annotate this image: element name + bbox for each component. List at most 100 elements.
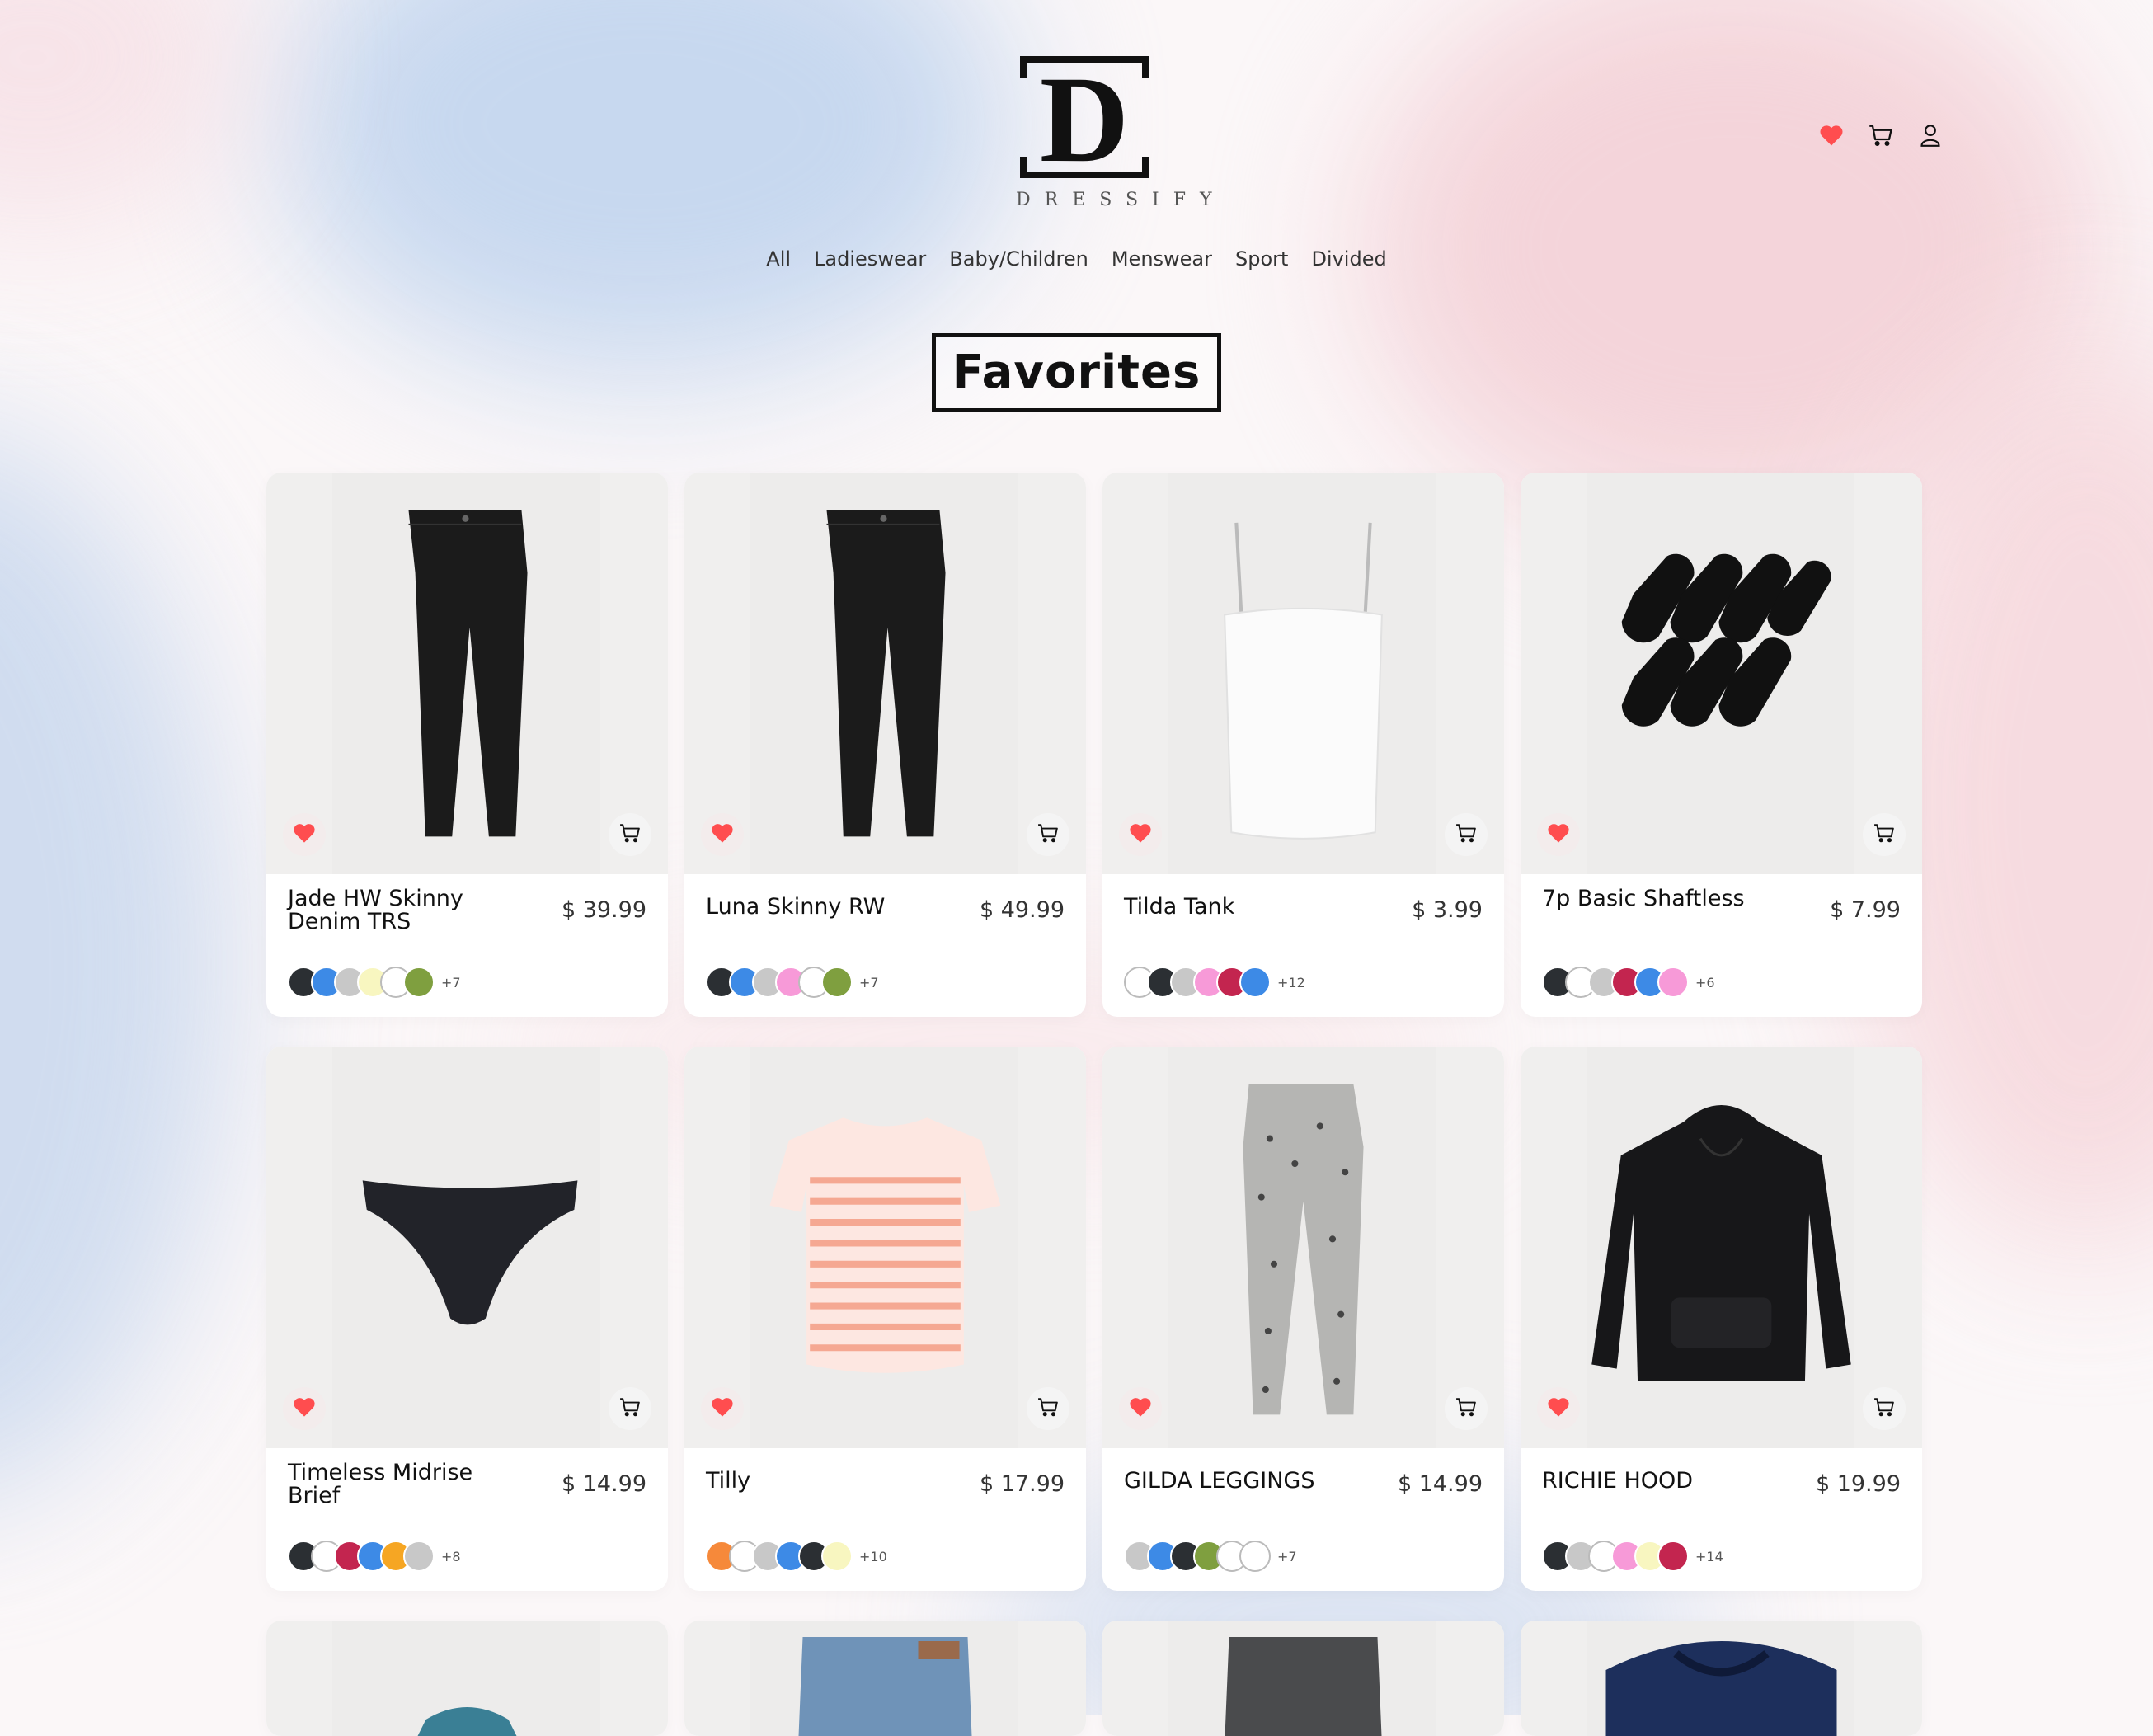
add-to-cart-button[interactable] — [1863, 1387, 1906, 1430]
heart-icon[interactable] — [1818, 122, 1845, 148]
favorite-button[interactable] — [283, 1387, 326, 1430]
product-name[interactable]: Luna Skinny RW — [706, 887, 937, 919]
product-image[interactable] — [1102, 1047, 1504, 1448]
more-colors-count[interactable]: +12 — [1277, 975, 1305, 990]
product-image[interactable] — [266, 1047, 668, 1448]
product-card[interactable]: Tilly $ 17.99 +10 — [684, 1047, 1086, 1591]
product-image[interactable] — [684, 1047, 1086, 1448]
product-card[interactable] — [266, 1621, 668, 1736]
product-image[interactable] — [266, 1621, 668, 1736]
color-swatch[interactable] — [403, 1541, 435, 1572]
more-colors-count[interactable]: +6 — [1695, 975, 1715, 990]
socks-icon — [1621, 553, 1831, 727]
product-name[interactable]: Tilly — [706, 1461, 937, 1493]
hoodie-icon — [1591, 1105, 1851, 1381]
product-grid: Jade HW Skinny Denim TRS $ 39.99 +7 Luna… — [266, 473, 1922, 1736]
add-to-cart-button[interactable] — [1027, 813, 1069, 856]
heart-icon — [711, 822, 734, 847]
page-title: Favorites — [931, 333, 1222, 412]
product-card[interactable]: GILDA LEGGINGS $ 14.99 +7 — [1102, 1047, 1504, 1591]
color-swatch[interactable] — [403, 967, 435, 998]
color-swatches: +12 — [1124, 967, 1305, 998]
favorite-button[interactable] — [701, 813, 744, 856]
product-price: $ 14.99 — [561, 1471, 646, 1497]
product-name[interactable]: Timeless Midrise Brief — [288, 1461, 519, 1508]
product-card[interactable]: Timeless Midrise Brief $ 14.99 +8 — [266, 1047, 668, 1591]
more-colors-count[interactable]: +7 — [1277, 1549, 1297, 1564]
brand-logo[interactable]: D DRESSIFY — [1002, 56, 1226, 210]
nav-baby-children[interactable]: Baby/Children — [949, 247, 1088, 271]
product-name[interactable]: Jade HW Skinny Denim TRS — [288, 887, 519, 934]
nav-divided[interactable]: Divided — [1311, 247, 1386, 271]
heart-icon — [1547, 1396, 1570, 1421]
favorite-button[interactable] — [1537, 813, 1580, 856]
color-swatch[interactable] — [821, 1541, 853, 1572]
product-price: $ 19.99 — [1815, 1471, 1901, 1497]
product-image[interactable] — [1102, 1621, 1504, 1736]
more-colors-count[interactable]: +7 — [859, 975, 879, 990]
sweater-icon — [1605, 1641, 1837, 1736]
more-colors-count[interactable]: +14 — [1695, 1549, 1723, 1564]
cart-icon[interactable] — [1868, 122, 1894, 148]
color-swatch[interactable] — [1239, 1541, 1271, 1572]
add-to-cart-button[interactable] — [1445, 813, 1488, 856]
add-to-cart-button[interactable] — [1445, 1387, 1488, 1430]
product-card[interactable]: 7p Basic Shaftless $ 7.99 +6 — [1521, 473, 1922, 1017]
color-swatch[interactable] — [1239, 967, 1271, 998]
favorite-button[interactable] — [701, 1387, 744, 1430]
cart-icon — [1455, 823, 1477, 846]
product-name[interactable]: Tilda Tank — [1124, 887, 1355, 919]
product-image[interactable] — [1521, 473, 1922, 874]
product-price: $ 14.99 — [1397, 1471, 1483, 1497]
product-card[interactable]: RICHIE HOOD $ 19.99 +14 — [1521, 1047, 1922, 1591]
more-colors-count[interactable]: +10 — [859, 1549, 887, 1564]
top-icon — [417, 1707, 517, 1736]
tee-icon — [769, 1117, 1001, 1373]
color-swatches: +6 — [1542, 967, 1715, 998]
product-name[interactable]: 7p Basic Shaftless — [1542, 887, 1773, 910]
add-to-cart-button[interactable] — [1863, 813, 1906, 856]
add-to-cart-button[interactable] — [609, 813, 651, 856]
color-swatch[interactable] — [1657, 967, 1689, 998]
product-card[interactable]: Tilda Tank $ 3.99 +12 — [1102, 473, 1504, 1017]
color-swatch[interactable] — [1657, 1541, 1689, 1572]
cart-icon — [1037, 823, 1059, 846]
product-price: $ 17.99 — [979, 1471, 1065, 1497]
category-nav: All Ladieswear Baby/Children Menswear Sp… — [0, 247, 2153, 271]
favorite-button[interactable] — [1537, 1387, 1580, 1430]
nav-all[interactable]: All — [766, 247, 791, 271]
nav-sport[interactable]: Sport — [1235, 247, 1288, 271]
product-image[interactable] — [266, 473, 668, 874]
product-card[interactable]: Jade HW Skinny Denim TRS $ 39.99 +7 — [266, 473, 668, 1017]
cart-icon — [1455, 1397, 1477, 1420]
favorite-button[interactable] — [1119, 813, 1162, 856]
favorite-button[interactable] — [283, 813, 326, 856]
more-colors-count[interactable]: +8 — [441, 1549, 461, 1564]
add-to-cart-button[interactable] — [1027, 1387, 1069, 1430]
cart-icon — [619, 823, 641, 846]
nav-ladieswear[interactable]: Ladieswear — [814, 247, 926, 271]
more-colors-count[interactable]: +7 — [441, 975, 461, 990]
product-name[interactable]: GILDA LEGGINGS — [1124, 1461, 1355, 1493]
product-image[interactable] — [1521, 1621, 1922, 1736]
product-image[interactable] — [684, 473, 1086, 874]
product-card[interactable] — [1521, 1621, 1922, 1736]
product-price: $ 7.99 — [1830, 897, 1901, 923]
color-swatches: +8 — [288, 1541, 461, 1572]
brand-name: DRESSIFY — [1016, 190, 1226, 210]
heart-icon — [711, 1396, 734, 1421]
product-card[interactable] — [684, 1621, 1086, 1736]
add-to-cart-button[interactable] — [609, 1387, 651, 1430]
denim-shorts-icon — [798, 1637, 972, 1736]
favorite-button[interactable] — [1119, 1387, 1162, 1430]
nav-menswear[interactable]: Menswear — [1112, 247, 1212, 271]
product-card[interactable]: Luna Skinny RW $ 49.99 +7 — [684, 473, 1086, 1017]
product-name[interactable]: RICHIE HOOD — [1542, 1461, 1773, 1493]
product-image[interactable] — [1102, 473, 1504, 874]
product-image[interactable] — [684, 1621, 1086, 1736]
product-image[interactable] — [1521, 1047, 1922, 1448]
color-swatch[interactable] — [821, 967, 853, 998]
product-card[interactable] — [1102, 1621, 1504, 1736]
product-price: $ 39.99 — [561, 897, 646, 923]
user-icon[interactable] — [1917, 122, 1944, 148]
